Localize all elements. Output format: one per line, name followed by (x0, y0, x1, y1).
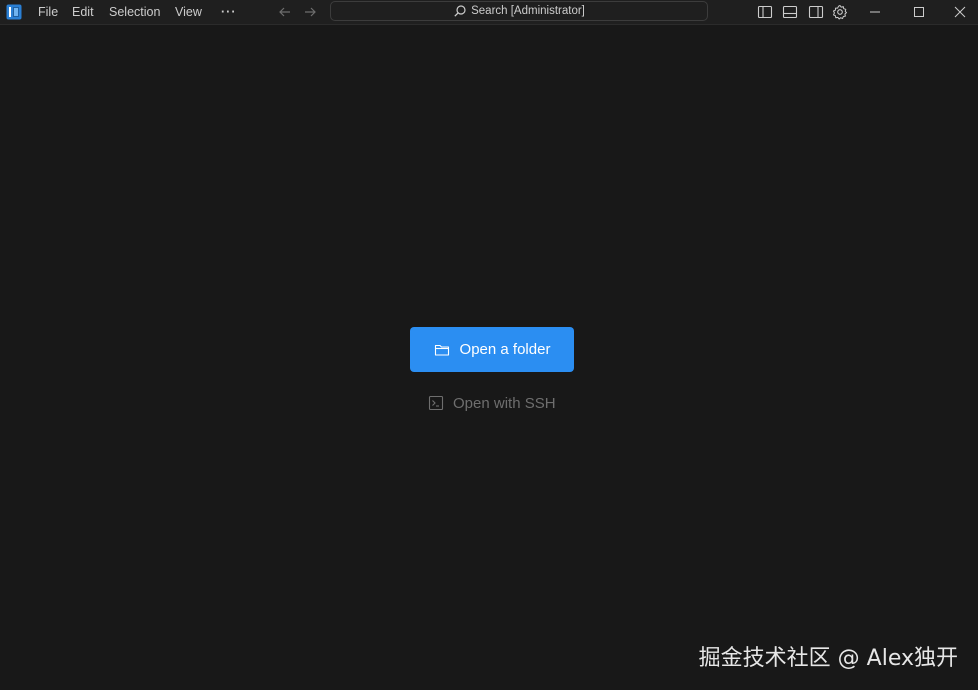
menu-selection[interactable]: Selection (107, 3, 162, 21)
maximize-icon[interactable] (897, 0, 941, 24)
watermark-text: 掘金技术社区 @ Alex独开 (698, 646, 958, 671)
toggle-primary-sidebar-icon[interactable] (755, 2, 775, 22)
open-with-ssh-label: Open with SSH (453, 394, 556, 412)
menu-more-button[interactable]: ··· (219, 3, 239, 21)
toggle-secondary-sidebar-icon[interactable] (806, 2, 826, 22)
terminal-icon (428, 395, 444, 411)
title-bar: File Edit Selection View ··· Search [Adm… (0, 0, 978, 25)
app-window: File Edit Selection View ··· Search [Adm… (0, 0, 978, 690)
open-folder-button[interactable]: Open a folder (410, 327, 574, 372)
toggle-panel-icon[interactable] (780, 2, 800, 22)
menu-view[interactable]: View (173, 3, 204, 21)
menu-edit[interactable]: Edit (70, 3, 96, 21)
open-folder-label: Open a folder (459, 341, 551, 358)
minimize-icon[interactable] (853, 0, 897, 24)
menu-file[interactable]: File (36, 3, 60, 21)
open-with-ssh-link[interactable]: Open with SSH (428, 393, 556, 413)
command-center-search[interactable]: Search [Administrator] (330, 1, 708, 21)
search-label: Search [Administrator] (471, 5, 585, 17)
search-icon (453, 4, 467, 18)
app-logo-icon (6, 4, 22, 20)
close-icon[interactable] (941, 0, 978, 24)
arrow-left-icon[interactable] (275, 2, 295, 22)
folder-icon (434, 342, 450, 358)
arrow-right-icon[interactable] (300, 2, 320, 22)
gear-icon[interactable] (830, 2, 850, 22)
